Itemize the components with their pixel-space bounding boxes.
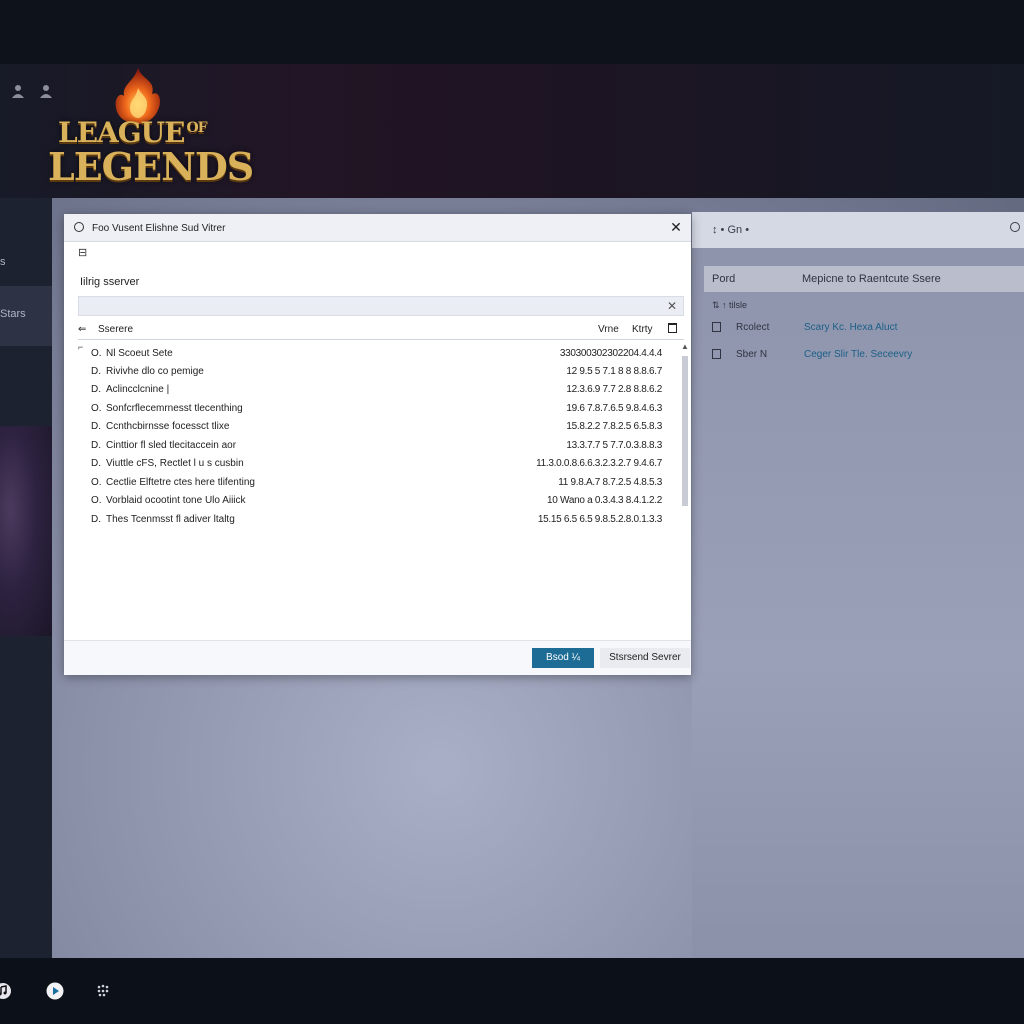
settings-icon[interactable]: [94, 982, 112, 1000]
row-name: Vorblaid ocootint tone Ulo Aiiick: [106, 495, 246, 506]
dialog-titlebar: Foo Vusent Elishne Sud Vitrer ✕: [64, 214, 691, 242]
league-of-legends-logo: LEAGUE OF LEGENDS: [46, 66, 254, 198]
taskbar: [0, 958, 1024, 1024]
table-row[interactable]: D. Cinttior fl sled tlecitaccein aor 13.…: [78, 436, 674, 454]
row-index: O.: [91, 495, 102, 506]
column-description[interactable]: Mepicne to Raentcute Ssere: [802, 273, 941, 285]
sidebar-item-active[interactable]: Stars: [0, 286, 52, 346]
row-index: D.: [91, 384, 101, 395]
row-name: Aclincclcnine |: [106, 384, 170, 395]
row-value: 15.8.2.2 7.8.2.5 6.5.8.3: [566, 421, 662, 432]
row-value: 15.15 6.5 6.5 9.8.5.2.8.0.1.3.3: [537, 514, 662, 525]
row-name: Nl Scoeut Sete: [106, 348, 173, 359]
table-row[interactable]: D. Aclincclcnine | 12.3.6.9 7.7 2.8 8.8.…: [78, 380, 674, 398]
row-value: 330300302302204.4.4.4: [559, 348, 662, 359]
checkbox[interactable]: [712, 322, 721, 332]
close-icon[interactable]: ✕: [669, 219, 683, 235]
row-name: Ccnthcbirnsse focessct tlixe: [106, 421, 230, 432]
table-row[interactable]: O. Sonfcrflecemrnesst tlecenthing 19.6 7…: [78, 399, 674, 417]
row-value: 13.3.7.7 5 7.7.0.3.8.8.3: [566, 440, 662, 451]
list-item-name: Rcolect: [736, 322, 770, 333]
scroll-up-icon[interactable]: ▲: [681, 342, 689, 351]
dialog-title: Foo Vusent Elishne Sud Vitrer: [92, 223, 226, 234]
table-row[interactable]: D. Thes Tcenmsst fl adiver ltaltg 15.15 …: [78, 510, 674, 528]
scrollbar[interactable]: ▲: [680, 342, 690, 512]
sort-arrow-icon[interactable]: ⇐: [78, 324, 86, 335]
row-value: 19.6 7.8.7.6.5 9.8.4.6.3: [566, 403, 662, 414]
secondary-button[interactable]: Stsrsend Sevrer: [600, 648, 690, 668]
sidebar-item-label: Stars: [0, 308, 26, 320]
row-value: 11.3.0.0.8.6.6.3.2.3.2.7 9.4.6.7: [536, 458, 662, 469]
row-index: O.: [91, 477, 102, 488]
table-row[interactable]: D. Ccnthcbirnsse focessct tlixe 15.8.2.2…: [78, 417, 674, 435]
search-input[interactable]: ✕: [78, 296, 684, 316]
sidebar-item[interactable]: s: [0, 234, 52, 294]
list-item-name: Sber N: [736, 349, 768, 360]
table-row[interactable]: D. Viuttle cFS, Rectlet l u s cusbin 11.…: [78, 454, 674, 472]
row-name: Viuttle cFS, Rectlet l u s cusbin: [106, 458, 244, 469]
toolbar-icon[interactable]: ⊟: [78, 246, 87, 259]
row-value: 10 Wano a 0.3.4.3 8.4.1.2.2: [547, 495, 662, 506]
table-row[interactable]: D. Rivivhe dlo co pemige 12 9.5 5 7.1 8 …: [78, 362, 674, 380]
user-icon[interactable]: [12, 84, 24, 98]
left-sidebar: s Stars: [0, 198, 52, 958]
music-icon[interactable]: [0, 982, 12, 1000]
table-row[interactable]: O. Cectlie Elftetre ctes here tlifenting…: [78, 473, 674, 491]
list-item-link[interactable]: Scary Kc. Hexa Aluct: [804, 322, 897, 333]
row-value: 12.3.6.9 7.7 2.8 8.8.6.2: [566, 384, 662, 395]
server-dialog: Foo Vusent Elishne Sud Vitrer ✕ ⊟ Iilrig…: [64, 214, 691, 675]
list-item[interactable]: Sber N Ceger Slir Tle. Seceevry: [712, 345, 1012, 365]
app-icon: [74, 222, 84, 232]
column-view[interactable]: Vrne: [598, 324, 619, 335]
sort-dropdown[interactable]: ↕ • Gn •: [712, 224, 749, 236]
top-bar: [0, 0, 1024, 64]
clear-icon[interactable]: ✕: [667, 299, 677, 313]
primary-button[interactable]: Bsod ¼: [532, 648, 594, 668]
scrollbar-thumb[interactable]: [682, 356, 688, 506]
row-name: Cinttior fl sled tlecitaccein aor: [106, 440, 237, 451]
row-name: Sonfcrflecemrnesst tlecenthing: [106, 403, 243, 414]
right-panel-header: ↕ • Gn •: [692, 212, 1024, 248]
right-panel-column-header: Pord Mepicne to Raentcute Ssere: [704, 266, 1024, 292]
sidebar-item-label: s: [0, 256, 6, 268]
circle-icon[interactable]: [1010, 222, 1020, 232]
dialog-footer: Bsod ¼ Stsrsend Sevrer: [64, 640, 691, 675]
row-index: D.: [91, 458, 101, 469]
right-panel-subheader: ⇅ ↑ tilsle: [712, 300, 748, 310]
checkbox[interactable]: [712, 349, 721, 359]
row-name: Thes Tcenmsst fl adiver ltaltg: [106, 514, 235, 525]
list-item[interactable]: Rcolect Scary Kc. Hexa Aluct: [712, 318, 1012, 338]
dialog-heading: Iilrig sserver: [80, 276, 140, 288]
table-row[interactable]: O. Vorblaid ocootint tone Ulo Aiiick 10 …: [78, 491, 674, 509]
right-panel: ↕ • Gn • Pord Mepicne to Raentcute Ssere…: [692, 212, 1024, 958]
screen: LEAGUE OF LEGENDS s Stars ↕ • Gn • Pord M…: [0, 0, 1024, 1024]
row-index: O.: [91, 403, 102, 414]
server-list: ⌐ O. Nl Scoeut Sete 330300302302204.4.4.…: [78, 342, 674, 642]
table-row[interactable]: O. Nl Scoeut Sete 330300302302204.4.4.4: [78, 344, 674, 362]
row-name: Rivivhe dlo co pemige: [106, 366, 204, 377]
row-value: 12 9.5 5 7.1 8 8 8.8.6.7: [566, 366, 662, 377]
server-list-header: ⇐ Sserere Vrne Ktrty: [78, 318, 684, 340]
row-index: O.: [91, 348, 102, 359]
row-index: D.: [91, 440, 101, 451]
list-item-link[interactable]: Ceger Slir Tle. Seceevry: [804, 349, 912, 360]
column-pord[interactable]: Pord: [712, 273, 735, 285]
champion-art: [0, 426, 52, 636]
column-key[interactable]: Ktrty: [632, 324, 653, 335]
column-server[interactable]: Sserere: [98, 324, 133, 335]
play-icon[interactable]: [46, 982, 64, 1000]
row-index: D.: [91, 366, 101, 377]
logo-line-2: LEGENDS: [48, 144, 254, 189]
row-name: Cectlie Elftetre ctes here tlifenting: [106, 477, 255, 488]
row-value: 11 9.8.A.7 8.7.2.5 4.8.5.3: [558, 477, 662, 488]
row-index: D.: [91, 421, 101, 432]
trash-icon[interactable]: [668, 323, 677, 333]
row-index: D.: [91, 514, 101, 525]
